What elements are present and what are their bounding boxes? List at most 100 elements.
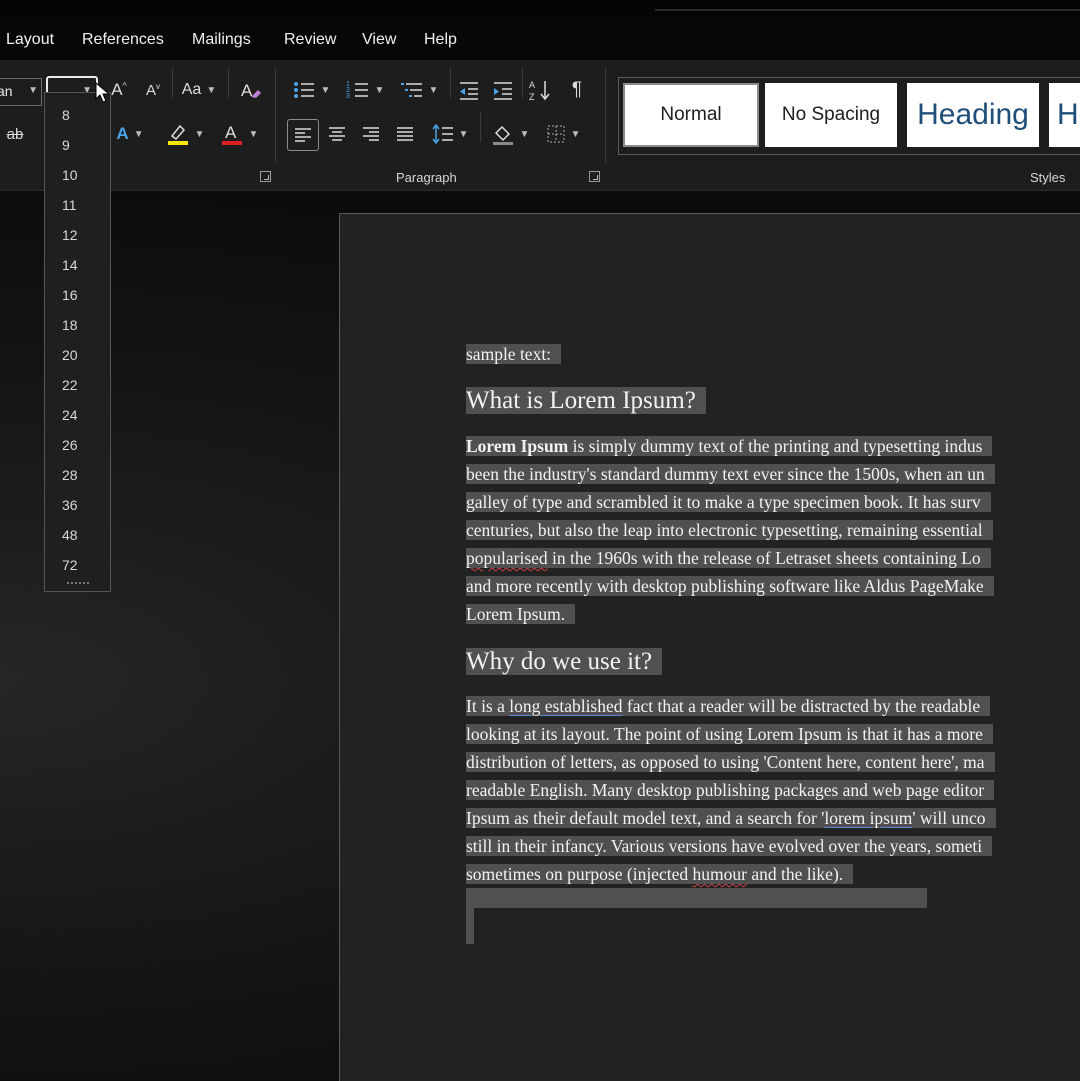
font-size-option[interactable]: 28 bbox=[62, 467, 78, 483]
strikethrough-button[interactable]: ab bbox=[2, 120, 28, 148]
clear-formatting-icon: A bbox=[241, 81, 261, 100]
font-size-option[interactable]: 14 bbox=[62, 257, 78, 273]
heading-1-text: What is Lorem Ipsum? bbox=[466, 387, 706, 414]
font-color-button[interactable]: A ▼ bbox=[216, 120, 262, 148]
strikethrough-icon: ab bbox=[6, 125, 24, 143]
tab-view[interactable]: View bbox=[362, 31, 396, 49]
chevron-down-icon: ▼ bbox=[519, 128, 530, 140]
increase-indent-button[interactable] bbox=[490, 76, 516, 104]
svg-text:Z: Z bbox=[529, 92, 535, 102]
chevron-down-icon: ▼ bbox=[206, 84, 217, 96]
resize-grip-icon[interactable] bbox=[67, 582, 89, 584]
document-page[interactable]: sample text: What is Lorem Ipsum? Lorem … bbox=[339, 213, 1080, 1081]
highlight-color-button[interactable]: ▼ bbox=[162, 120, 208, 148]
chevron-down-icon: ▼ bbox=[570, 128, 581, 140]
chevron-down-icon: ▼ bbox=[133, 128, 144, 140]
p1-text-4: centuries, but also the leap into electr… bbox=[466, 520, 993, 540]
font-dialog-launcher-icon[interactable] bbox=[260, 171, 271, 182]
align-center-icon bbox=[329, 127, 345, 141]
align-right-button[interactable] bbox=[358, 120, 384, 148]
line-spacing-icon bbox=[431, 124, 453, 144]
bold-text: Lorem Ipsum bbox=[466, 436, 569, 456]
heading-what-is-lorem: What is Lorem Ipsum? bbox=[466, 376, 706, 432]
svg-text:A: A bbox=[241, 81, 253, 100]
sort-az-icon: AZ bbox=[529, 80, 550, 102]
tab-mailings[interactable]: Mailings bbox=[192, 31, 251, 49]
font-size-option[interactable]: 10 bbox=[62, 167, 78, 183]
align-left-button[interactable] bbox=[287, 119, 319, 151]
font-size-option[interactable]: 48 bbox=[62, 527, 78, 543]
p1-line-7: Lorem Ipsum. bbox=[466, 600, 576, 628]
font-size-option[interactable]: 24 bbox=[62, 407, 78, 423]
font-size-option[interactable]: 8 bbox=[62, 107, 70, 123]
font-size-option[interactable]: 72 bbox=[62, 557, 78, 573]
line-spacing-button[interactable]: ▼ bbox=[428, 120, 472, 148]
styles-gallery: Normal No Spacing Heading He bbox=[618, 77, 1080, 155]
spelling-mark[interactable]: humour bbox=[692, 864, 746, 884]
p2-text-4: readable English. Many desktop publishin… bbox=[466, 780, 995, 800]
p2-line-5: Ipsum as their default model text, and a… bbox=[466, 804, 996, 832]
style-heading-1[interactable]: Heading bbox=[907, 83, 1039, 147]
grammar-mark[interactable]: lorem ipsum bbox=[824, 808, 912, 828]
font-size-option[interactable]: 9 bbox=[62, 137, 70, 153]
font-size-option[interactable]: 26 bbox=[62, 437, 78, 453]
style-normal[interactable]: Normal bbox=[623, 83, 759, 147]
p2-text-5b: ' will unco bbox=[912, 808, 986, 828]
grammar-mark[interactable]: long established bbox=[509, 696, 622, 716]
style-no-spacing[interactable]: No Spacing bbox=[765, 83, 897, 147]
tab-review[interactable]: Review bbox=[284, 31, 336, 49]
chevron-down-icon: ▼ bbox=[248, 128, 259, 140]
p2-text-1b: fact that a reader will be distracted by… bbox=[622, 696, 981, 716]
grow-font-icon: A^ bbox=[111, 80, 127, 99]
p2-line-2: looking at its layout. The point of usin… bbox=[466, 720, 993, 748]
increase-indent-icon bbox=[494, 82, 512, 100]
font-color-icon: A bbox=[221, 123, 242, 145]
tab-references[interactable]: References bbox=[82, 31, 164, 49]
borders-button[interactable]: ▼ bbox=[540, 120, 586, 148]
shading-button[interactable]: ▼ bbox=[488, 120, 532, 148]
font-size-option[interactable]: 18 bbox=[62, 317, 78, 333]
numbering-button[interactable]: 123 ▼ bbox=[342, 76, 388, 104]
align-center-button[interactable] bbox=[324, 120, 350, 148]
ribbon: an ▼ ▼ A^ Av Aa▼ A ab x A▼ ▼ A ▼ Fo ▼ 12… bbox=[0, 60, 1080, 191]
font-size-option[interactable]: 12 bbox=[62, 227, 78, 243]
font-size-option[interactable]: 11 bbox=[62, 197, 77, 213]
divider bbox=[480, 112, 481, 142]
change-case-icon: Aa bbox=[181, 81, 202, 98]
paragraph-dialog-launcher-icon[interactable] bbox=[589, 171, 600, 182]
show-formatting-button[interactable]: ¶ bbox=[564, 76, 590, 104]
svg-text:3: 3 bbox=[346, 93, 350, 100]
tab-layout[interactable]: Layout bbox=[6, 31, 54, 49]
bullets-button[interactable]: ▼ bbox=[288, 76, 334, 104]
tab-help[interactable]: Help bbox=[424, 31, 457, 49]
styles-group-label: Styles bbox=[1030, 170, 1066, 185]
change-case-button[interactable]: Aa ▼ bbox=[178, 76, 220, 104]
spelling-mark[interactable]: popularised bbox=[466, 548, 548, 568]
decrease-indent-button[interactable] bbox=[456, 76, 482, 104]
clear-formatting-button[interactable]: A bbox=[236, 76, 264, 104]
numbered-list-icon: 123 bbox=[346, 81, 368, 100]
chevron-down-icon[interactable]: ▼ bbox=[28, 85, 38, 96]
font-size-option[interactable]: 36 bbox=[62, 497, 78, 513]
font-size-option[interactable]: 16 bbox=[62, 287, 78, 303]
sort-button[interactable]: AZ bbox=[526, 76, 554, 104]
divider bbox=[450, 68, 451, 98]
multilevel-list-button[interactable]: ▼ bbox=[396, 76, 442, 104]
divider bbox=[522, 68, 523, 98]
p2-line-3: distribution of letters, as opposed to u… bbox=[466, 748, 995, 776]
align-left-icon bbox=[295, 128, 311, 142]
heading-why-use: Why do we use it? bbox=[466, 637, 663, 693]
style-heading-2[interactable]: He bbox=[1049, 83, 1080, 147]
align-right-icon bbox=[363, 127, 379, 141]
font-name-combobox[interactable]: an ▼ bbox=[0, 78, 42, 106]
justify-button[interactable] bbox=[392, 120, 418, 148]
highlighter-icon bbox=[167, 124, 188, 145]
p1-text-7: Lorem Ipsum. bbox=[466, 604, 576, 624]
font-name-value: an bbox=[0, 83, 13, 99]
paragraph-group-label: Paragraph bbox=[396, 170, 457, 185]
font-size-option[interactable]: 20 bbox=[62, 347, 78, 363]
text-effects-button[interactable]: A ▼ bbox=[110, 120, 150, 148]
font-size-option[interactable]: 22 bbox=[62, 377, 78, 393]
shrink-font-button[interactable]: Av bbox=[140, 76, 166, 104]
p2-line-6: still in their infancy. Various versions… bbox=[466, 832, 993, 860]
